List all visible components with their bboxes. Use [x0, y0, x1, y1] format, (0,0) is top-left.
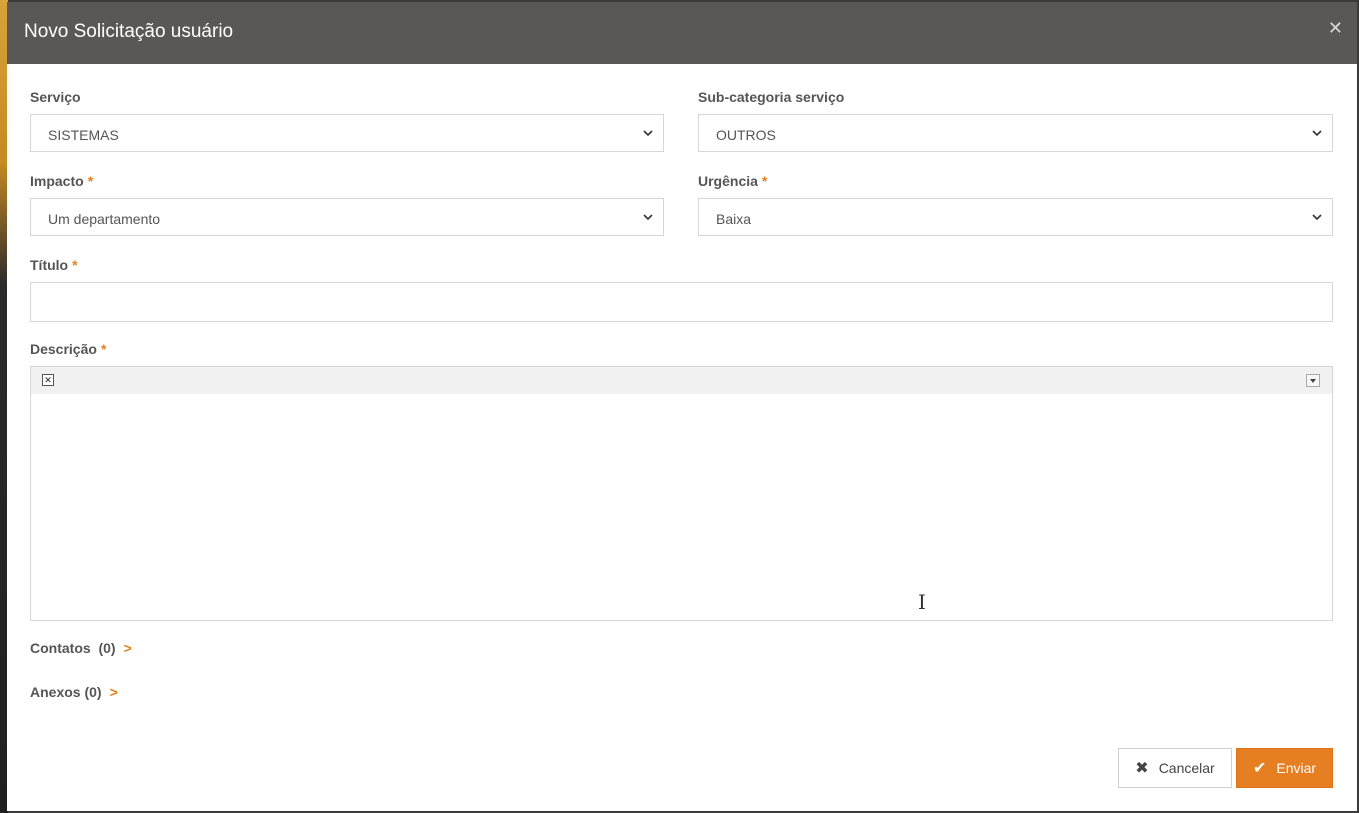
required-marker: * — [100, 341, 107, 357]
urgencia-value: Baixa — [716, 211, 752, 227]
editor-toolbar: ✕ — [31, 367, 1332, 394]
titulo-label: Título * — [30, 257, 78, 273]
titulo-input[interactable] — [30, 282, 1333, 322]
descricao-editor[interactable]: ✕ I — [30, 366, 1333, 621]
text-cursor-icon: I — [918, 590, 926, 614]
maximize-icon[interactable]: ✕ — [42, 374, 54, 386]
chevron-right-icon: > — [123, 640, 132, 656]
cancel-button[interactable]: ✖ Cancelar — [1118, 748, 1232, 788]
modal-header: Novo Solicitação usuário ✕ — [7, 2, 1357, 64]
send-button[interactable]: ✔ Enviar — [1236, 748, 1333, 788]
impacto-label: Impacto * — [30, 173, 94, 189]
modal-title: Novo Solicitação usuário — [24, 21, 234, 42]
close-icon[interactable]: ✕ — [1328, 18, 1343, 39]
required-marker: * — [761, 173, 768, 189]
chevron-right-icon: > — [109, 684, 118, 700]
contatos-section-toggle[interactable]: Contatos (0) > — [30, 640, 132, 656]
impacto-value: Um departamento — [48, 211, 161, 227]
servico-select[interactable]: SISTEMAS — [30, 114, 664, 152]
descricao-label: Descrição * — [30, 341, 107, 357]
close-icon: ✖ — [1135, 760, 1149, 777]
subcategoria-value: OUTROS — [716, 127, 776, 143]
subcategoria-label: Sub-categoria serviço — [698, 89, 845, 105]
required-marker: * — [72, 257, 78, 273]
new-request-modal: Novo Solicitação usuário ✕ Serviço SISTE… — [7, 2, 1357, 811]
impacto-select[interactable]: Um departamento — [30, 198, 664, 236]
servico-value: SISTEMAS — [48, 127, 119, 143]
required-marker: * — [87, 173, 94, 189]
toolbar-dropdown-icon[interactable] — [1306, 374, 1320, 387]
servico-label: Serviço — [30, 89, 81, 105]
subcategoria-select[interactable]: OUTROS — [698, 114, 1333, 152]
chevron-down-icon — [643, 130, 653, 137]
chevron-down-icon — [643, 214, 653, 221]
urgencia-label: Urgência * — [698, 173, 768, 189]
anexos-section-toggle[interactable]: Anexos (0) > — [30, 684, 118, 700]
chevron-down-icon — [1312, 130, 1322, 137]
chevron-down-icon — [1312, 214, 1322, 221]
check-icon: ✔ — [1252, 760, 1267, 777]
urgencia-select[interactable]: Baixa — [698, 198, 1333, 236]
